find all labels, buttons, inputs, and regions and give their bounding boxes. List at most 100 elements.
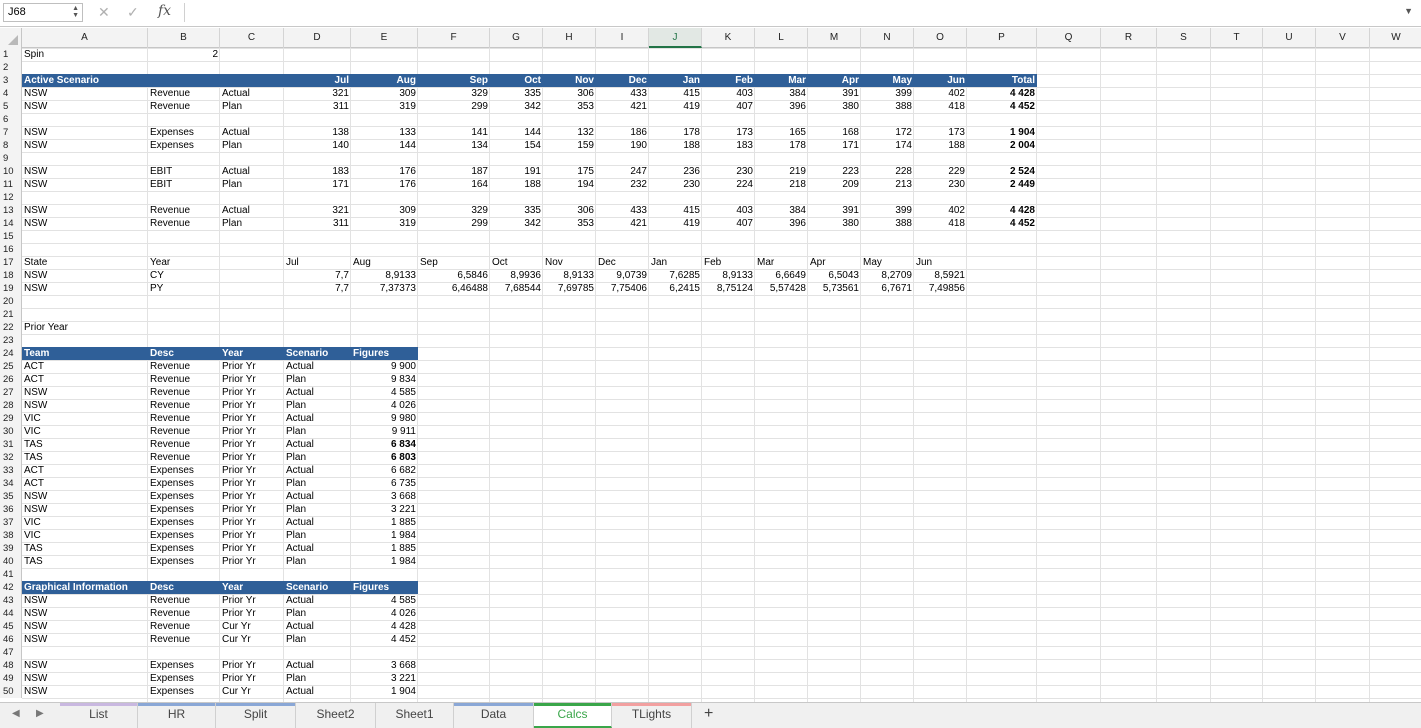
cell-k7[interactable]: 173	[702, 126, 755, 139]
sheet-tab-tlights[interactable]: TLights	[612, 703, 692, 728]
cell-d26[interactable]: Plan	[284, 373, 351, 386]
cell-b31[interactable]: Revenue	[148, 438, 220, 451]
cell-n7[interactable]: 172	[861, 126, 914, 139]
cell-a11[interactable]: NSW	[22, 178, 148, 191]
cell-a25[interactable]: ACT	[22, 360, 148, 373]
cell-e44[interactable]: 4 026	[351, 607, 418, 620]
row-header-40[interactable]: 40	[0, 555, 22, 568]
cell-l4[interactable]: 384	[755, 87, 808, 100]
cell-e24[interactable]: Figures	[351, 347, 418, 360]
cell-g14[interactable]: 342	[490, 217, 543, 230]
cell-c43[interactable]: Prior Yr	[220, 594, 284, 607]
cell-e31[interactable]: 6 834	[351, 438, 418, 451]
cell-d10[interactable]: 183	[284, 165, 351, 178]
cell-j4[interactable]: 415	[649, 87, 702, 100]
cell-p13[interactable]: 4 428	[967, 204, 1037, 217]
sheet-tab-split[interactable]: Split	[216, 703, 296, 728]
cell-d25[interactable]: Actual	[284, 360, 351, 373]
column-header-v[interactable]: V	[1316, 28, 1370, 48]
row-header-37[interactable]: 37	[0, 516, 22, 529]
cell-g18[interactable]: 8,9936	[490, 269, 543, 282]
cell-b25[interactable]: Revenue	[148, 360, 220, 373]
cell-l17[interactable]: Mar	[755, 256, 808, 269]
cell-f3[interactable]: Sep	[418, 74, 490, 87]
cell-a50[interactable]: NSW	[22, 685, 148, 698]
cell-c44[interactable]: Prior Yr	[220, 607, 284, 620]
row-header-34[interactable]: 34	[0, 477, 22, 490]
cell-d35[interactable]: Actual	[284, 490, 351, 503]
cell-f10[interactable]: 187	[418, 165, 490, 178]
cell-n10[interactable]: 228	[861, 165, 914, 178]
cell-p4[interactable]: 4 428	[967, 87, 1037, 100]
cell-j18[interactable]: 7,6285	[649, 269, 702, 282]
cell-b40[interactable]: Expenses	[148, 555, 220, 568]
cell-o7[interactable]: 173	[914, 126, 967, 139]
cell-a8[interactable]: NSW	[22, 139, 148, 152]
cell-b5[interactable]: Revenue	[148, 100, 220, 113]
row-header-41[interactable]: 41	[0, 568, 22, 581]
cell-j8[interactable]: 188	[649, 139, 702, 152]
cell-o4[interactable]: 402	[914, 87, 967, 100]
cell-m11[interactable]: 209	[808, 178, 861, 191]
cell-o10[interactable]: 229	[914, 165, 967, 178]
cell-o13[interactable]: 402	[914, 204, 967, 217]
cell-b17[interactable]: Year	[148, 256, 220, 269]
row-header-9[interactable]: 9	[0, 152, 22, 165]
cell-a26[interactable]: ACT	[22, 373, 148, 386]
cell-c14[interactable]: Plan	[220, 217, 284, 230]
cell-d33[interactable]: Actual	[284, 464, 351, 477]
cell-i8[interactable]: 190	[596, 139, 649, 152]
cell-c11[interactable]: Plan	[220, 178, 284, 191]
row-header-12[interactable]: 12	[0, 191, 22, 204]
row-header-36[interactable]: 36	[0, 503, 22, 516]
cell-k8[interactable]: 183	[702, 139, 755, 152]
cell-g4[interactable]: 335	[490, 87, 543, 100]
cell-i17[interactable]: Dec	[596, 256, 649, 269]
cell-e38[interactable]: 1 984	[351, 529, 418, 542]
row-header-23[interactable]: 23	[0, 334, 22, 347]
column-header-h[interactable]: H	[543, 28, 596, 48]
add-sheet-button[interactable]: +	[704, 705, 713, 723]
column-header-b[interactable]: B	[148, 28, 220, 48]
column-header-a[interactable]: A	[22, 28, 148, 48]
select-all-button[interactable]	[0, 28, 22, 48]
cell-b8[interactable]: Expenses	[148, 139, 220, 152]
cell-b42[interactable]: Desc	[148, 581, 220, 594]
cell-e50[interactable]: 1 904	[351, 685, 418, 698]
cell-b32[interactable]: Revenue	[148, 451, 220, 464]
cell-d48[interactable]: Actual	[284, 659, 351, 672]
row-header-13[interactable]: 13	[0, 204, 22, 217]
cell-b33[interactable]: Expenses	[148, 464, 220, 477]
cell-k4[interactable]: 403	[702, 87, 755, 100]
row-header-15[interactable]: 15	[0, 230, 22, 243]
cell-d49[interactable]: Plan	[284, 672, 351, 685]
cell-a32[interactable]: TAS	[22, 451, 148, 464]
cell-f13[interactable]: 329	[418, 204, 490, 217]
cell-o14[interactable]: 418	[914, 217, 967, 230]
cell-p10[interactable]: 2 524	[967, 165, 1037, 178]
cell-d50[interactable]: Actual	[284, 685, 351, 698]
cell-h14[interactable]: 353	[543, 217, 596, 230]
cell-c39[interactable]: Prior Yr	[220, 542, 284, 555]
cell-o5[interactable]: 418	[914, 100, 967, 113]
row-header-38[interactable]: 38	[0, 529, 22, 542]
row-header-26[interactable]: 26	[0, 373, 22, 386]
cell-a43[interactable]: NSW	[22, 594, 148, 607]
cell-f18[interactable]: 6,5846	[418, 269, 490, 282]
row-header-48[interactable]: 48	[0, 659, 22, 672]
cell-d29[interactable]: Actual	[284, 412, 351, 425]
cell-f8[interactable]: 134	[418, 139, 490, 152]
cell-b48[interactable]: Expenses	[148, 659, 220, 672]
row-header-42[interactable]: 42	[0, 581, 22, 594]
cell-c49[interactable]: Prior Yr	[220, 672, 284, 685]
cell-f4[interactable]: 329	[418, 87, 490, 100]
row-header-8[interactable]: 8	[0, 139, 22, 152]
cell-e48[interactable]: 3 668	[351, 659, 418, 672]
cell-h4[interactable]: 306	[543, 87, 596, 100]
cell-b35[interactable]: Expenses	[148, 490, 220, 503]
column-header-c[interactable]: C	[220, 28, 284, 48]
cell-j5[interactable]: 419	[649, 100, 702, 113]
cell-g17[interactable]: Oct	[490, 256, 543, 269]
column-header-n[interactable]: N	[861, 28, 914, 48]
cell-e27[interactable]: 4 585	[351, 386, 418, 399]
